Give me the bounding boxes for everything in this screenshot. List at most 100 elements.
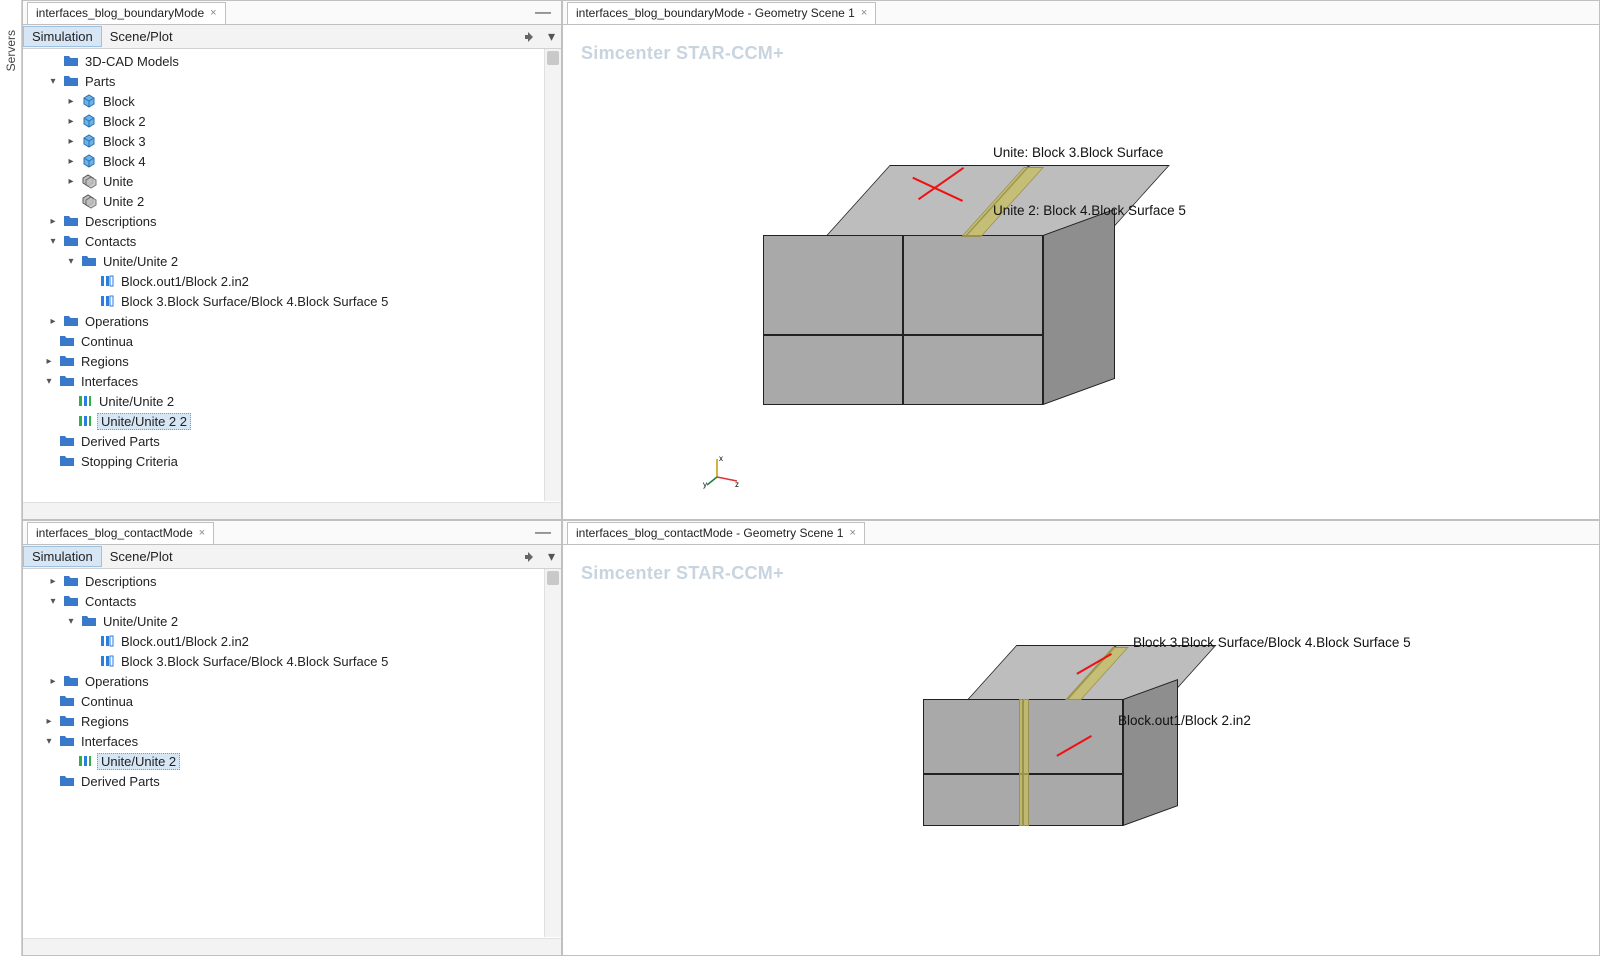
folder-icon [63, 233, 79, 249]
folder-icon [63, 573, 79, 589]
contact-pair-icon [99, 653, 115, 669]
node-stopping[interactable]: Stopping Criteria [79, 454, 180, 469]
horizontal-scrollbar[interactable] [23, 502, 561, 519]
cube-icon [81, 113, 97, 129]
cube-icon [81, 153, 97, 169]
servers-label: Servers [4, 30, 18, 71]
folder-icon [59, 333, 75, 349]
node-continua[interactable]: Continua [79, 334, 135, 349]
node-block3[interactable]: Block 3 [101, 134, 148, 149]
vertical-scrollbar[interactable] [544, 569, 561, 937]
node-descriptions[interactable]: Descriptions [83, 574, 159, 589]
node-contacts-group[interactable]: Unite/Unite 2 [101, 254, 180, 269]
watermark: Simcenter STAR-CCM+ [581, 43, 784, 64]
folder-icon [81, 613, 97, 629]
interface-icon [77, 393, 93, 409]
tab-contact-tree[interactable]: interfaces_blog_contactMode × [27, 522, 214, 544]
node-unite2[interactable]: Unite 2 [101, 194, 146, 209]
tree-menu-icon[interactable]: ▾ [542, 28, 561, 45]
interface-icon [77, 753, 93, 769]
folder-icon [63, 73, 79, 89]
tab-label: interfaces_blog_contactMode [36, 526, 193, 540]
node-block[interactable]: Block [101, 94, 137, 109]
subbar-contact: Simulation Scene/Plot ▾ [23, 545, 561, 569]
annotation-2: Block.out1/Block 2.in2 [1118, 713, 1251, 728]
node-interfaces[interactable]: Interfaces [79, 734, 140, 749]
node-regions[interactable]: Regions [79, 714, 131, 729]
node-unite[interactable]: Unite [101, 174, 135, 189]
close-icon[interactable]: × [199, 527, 205, 539]
panel-scene-contact: interfaces_blog_contactMode - Geometry S… [562, 520, 1600, 956]
node-block4[interactable]: Block 4 [101, 154, 148, 169]
folder-icon [59, 353, 75, 369]
tab-scene-contact[interactable]: interfaces_blog_contactMode - Geometry S… [567, 522, 865, 544]
node-operations[interactable]: Operations [83, 674, 151, 689]
svg-text:z: z [735, 480, 739, 489]
tab-scene-boundary[interactable]: interfaces_blog_boundaryMode - Geometry … [567, 2, 876, 24]
panel-scene-boundary: interfaces_blog_boundaryMode - Geometry … [562, 0, 1600, 520]
node-iface2-selected[interactable]: Unite/Unite 2 2 [97, 413, 191, 430]
tab-label: interfaces_blog_boundaryMode - Geometry … [576, 6, 855, 20]
cube-icon [81, 133, 97, 149]
svg-text:x: x [719, 455, 723, 463]
vertical-scrollbar[interactable] [544, 49, 561, 501]
folder-icon [63, 53, 79, 69]
tab-label: interfaces_blog_boundaryMode [36, 6, 204, 20]
close-icon[interactable]: × [210, 7, 216, 19]
interface-icon [77, 413, 93, 429]
servers-rail[interactable]: Servers [0, 0, 22, 956]
node-interfaces[interactable]: Interfaces [79, 374, 140, 389]
tabbar-contact-tree: interfaces_blog_contactMode × — [23, 521, 561, 545]
subbar-boundary: Simulation Scene/Plot ▾ [23, 25, 561, 49]
tree-link-icon[interactable] [516, 28, 542, 45]
node-contact1[interactable]: Block.out1/Block 2.in2 [119, 634, 251, 649]
node-contacts[interactable]: Contacts [83, 234, 138, 249]
tabbar-scene-contact: interfaces_blog_contactMode - Geometry S… [563, 521, 1599, 545]
folder-icon [59, 433, 75, 449]
subtab-simulation[interactable]: Simulation [23, 26, 102, 47]
node-operations[interactable]: Operations [83, 314, 151, 329]
subtab-scene-plot[interactable]: Scene/Plot [102, 27, 181, 46]
node-derived[interactable]: Derived Parts [79, 434, 162, 449]
node-3dcad[interactable]: 3D-CAD Models [83, 54, 181, 69]
node-contact2[interactable]: Block 3.Block Surface/Block 4.Block Surf… [119, 294, 390, 309]
tree-contact[interactable]: ▸Descriptions ▾Contacts ▾Unite/Unite 2 B… [23, 569, 543, 955]
node-contacts-group[interactable]: Unite/Unite 2 [101, 614, 180, 629]
group-icon [81, 173, 97, 189]
horizontal-scrollbar[interactable] [23, 938, 561, 955]
close-icon[interactable]: × [861, 7, 867, 19]
node-derived[interactable]: Derived Parts [79, 774, 162, 789]
scene-viewport-boundary[interactable]: Simcenter STAR-CCM+ [563, 25, 1599, 519]
node-contact1[interactable]: Block.out1/Block 2.in2 [119, 274, 251, 289]
svg-text:y: y [703, 480, 707, 489]
subtab-scene-plot[interactable]: Scene/Plot [102, 547, 181, 566]
folder-icon [59, 693, 75, 709]
annotation-1: Block 3.Block Surface/Block 4.Block Surf… [1133, 635, 1411, 650]
tree-menu-icon[interactable]: ▾ [542, 548, 561, 565]
subtab-simulation[interactable]: Simulation [23, 546, 102, 567]
contact-pair-icon [99, 633, 115, 649]
group-icon [81, 193, 97, 209]
node-continua[interactable]: Continua [79, 694, 135, 709]
tree-link-icon[interactable] [516, 548, 542, 565]
folder-icon [63, 673, 79, 689]
node-iface1-selected[interactable]: Unite/Unite 2 [97, 753, 180, 770]
minimize-icon[interactable]: — [525, 4, 561, 22]
panel-tree-boundary: interfaces_blog_boundaryMode × — Simulat… [22, 0, 562, 520]
node-descriptions[interactable]: Descriptions [83, 214, 159, 229]
node-iface1[interactable]: Unite/Unite 2 [97, 394, 176, 409]
folder-icon [59, 373, 75, 389]
folder-icon [63, 593, 79, 609]
scene-viewport-contact[interactable]: Simcenter STAR-CCM+ Block 3.Block Surfac… [563, 545, 1599, 955]
cube-icon [81, 93, 97, 109]
minimize-icon[interactable]: — [525, 524, 561, 542]
node-contacts[interactable]: Contacts [83, 594, 138, 609]
tree-boundary[interactable]: 3D-CAD Models ▾Parts ▸Block ▸Block 2 ▸Bl… [23, 49, 543, 519]
node-block2[interactable]: Block 2 [101, 114, 148, 129]
tab-boundary-tree[interactable]: interfaces_blog_boundaryMode × [27, 2, 226, 24]
node-contact2[interactable]: Block 3.Block Surface/Block 4.Block Surf… [119, 654, 390, 669]
close-icon[interactable]: × [849, 527, 855, 539]
node-parts[interactable]: Parts [83, 74, 117, 89]
node-regions[interactable]: Regions [79, 354, 131, 369]
tabbar-boundary-tree: interfaces_blog_boundaryMode × — [23, 1, 561, 25]
